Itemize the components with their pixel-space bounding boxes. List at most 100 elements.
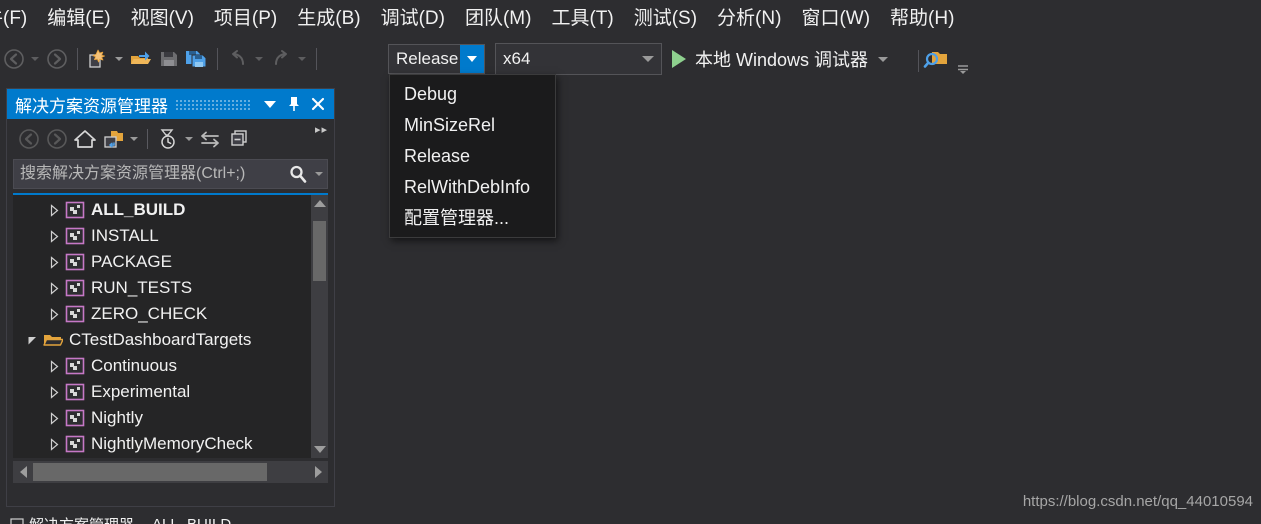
menu-item-team[interactable]: 团队(M) [455, 3, 541, 35]
tree-item-run-tests[interactable]: RUN_TESTS [13, 275, 306, 301]
open-file-icon[interactable] [128, 44, 154, 74]
sync-with-active-document-icon[interactable] [196, 125, 224, 153]
solution-configuration-dropdown-menu: Debug MinSizeRel Release RelWithDebInfo … [389, 74, 556, 238]
redo-caret-icon[interactable] [295, 44, 308, 74]
menu-item-edit[interactable]: 编辑(E) [37, 3, 120, 35]
solution-platform-value: x64 [503, 49, 531, 68]
navigate-forward-icon[interactable] [44, 44, 70, 74]
tree-item-package[interactable]: PACKAGE [13, 249, 306, 275]
start-debugging-button[interactable]: 本地 Windows 调试器 [672, 44, 889, 74]
tree-horizontal-scrollbar[interactable] [13, 461, 328, 483]
expand-chevron-icon[interactable] [43, 275, 65, 301]
pin-icon[interactable] [282, 91, 306, 117]
expand-chevron-icon[interactable] [43, 379, 65, 405]
navigate-back-caret-icon[interactable] [28, 44, 41, 74]
chevron-down-icon[interactable] [635, 44, 661, 74]
new-project-icon[interactable] [85, 44, 111, 74]
chevron-down-icon[interactable] [460, 45, 484, 73]
toolbar-separator [147, 129, 148, 149]
home-icon[interactable] [71, 125, 99, 153]
tab-label: 解决方案管理器 [29, 514, 134, 524]
redo-icon[interactable] [268, 44, 294, 74]
drag-grip[interactable] [176, 98, 250, 110]
navigate-back-icon[interactable] [1, 44, 27, 74]
find-in-files-icon[interactable] [923, 44, 951, 74]
scroll-left-icon[interactable] [13, 461, 33, 483]
menu-item-help[interactable]: 帮助(H) [880, 3, 964, 35]
menu-item-file[interactable]: 牛(F) [0, 3, 37, 35]
horizontal-scroll-thumb[interactable] [33, 463, 267, 481]
dropdown-item-relwithdebinfo[interactable]: RelWithDebInfo [390, 172, 555, 203]
tree-item-nightly[interactable]: Nightly [13, 405, 306, 431]
menu-item-analyze[interactable]: 分析(N) [707, 3, 791, 35]
overflow-chevron-icon[interactable]: ▸▸ [315, 123, 328, 136]
expand-chevron-icon[interactable] [43, 249, 65, 275]
toolbar-separator [918, 50, 919, 72]
save-icon[interactable] [156, 44, 182, 74]
tree-item-nightly-memory-check[interactable]: NightlyMemoryCheck [13, 431, 306, 457]
tree-item-all-build[interactable]: ALL_BUILD [13, 197, 306, 223]
tab-all-build-properties[interactable]: ALL_BUILD [152, 516, 231, 524]
collapse-all-icon[interactable] [224, 125, 252, 153]
close-icon[interactable] [306, 91, 330, 117]
solution-platform-combobox[interactable]: x64 [495, 43, 662, 75]
menu-item-view[interactable]: 视图(V) [121, 3, 204, 35]
save-all-icon[interactable] [184, 44, 210, 74]
tab-solution-explorer[interactable]: 解决方案管理器 [10, 514, 134, 524]
tree-item-label: ALL_BUILD [91, 200, 186, 219]
cpp-project-icon [65, 383, 85, 401]
expand-chevron-icon[interactable] [43, 223, 65, 249]
expand-chevron-icon[interactable] [43, 301, 65, 327]
menu-item-debug[interactable]: 调试(D) [371, 3, 455, 35]
menu-item-test[interactable]: 测试(S) [624, 3, 707, 35]
search-input[interactable] [14, 164, 285, 184]
dropdown-item-release[interactable]: Release [390, 141, 555, 172]
menu-item-project[interactable]: 项目(P) [204, 3, 287, 35]
tab-label: ALL_BUILD [152, 515, 232, 524]
solution-explorer-title-bar[interactable]: 解决方案资源管理器 [7, 89, 334, 119]
scroll-up-icon[interactable] [311, 195, 328, 212]
dropdown-item-minsizerel[interactable]: MinSizeRel [390, 110, 555, 141]
solution-configuration-value: Release [396, 49, 459, 68]
collapse-chevron-icon[interactable] [21, 327, 43, 353]
back-icon[interactable] [15, 125, 43, 153]
expand-chevron-icon[interactable] [43, 353, 65, 379]
tree-vertical-scrollbar[interactable] [311, 195, 328, 458]
dropdown-item-configuration-manager[interactable]: 配置管理器... [390, 203, 555, 234]
forward-icon[interactable] [43, 125, 71, 153]
new-project-caret-icon[interactable] [112, 44, 125, 74]
expand-chevron-icon[interactable] [43, 197, 65, 223]
cpp-project-icon [65, 253, 85, 271]
horizontal-scroll-track[interactable] [33, 461, 308, 483]
show-all-files-caret-icon[interactable] [127, 125, 141, 153]
pending-changes-filter-icon[interactable] [154, 125, 182, 153]
tree-item-continuous[interactable]: Continuous [13, 353, 306, 379]
menu-item-build[interactable]: 生成(B) [287, 3, 370, 35]
show-all-files-icon[interactable] [99, 125, 127, 153]
scroll-down-icon[interactable] [311, 441, 328, 458]
dropdown-item-debug[interactable]: Debug [390, 79, 555, 110]
menu-item-tools[interactable]: 工具(T) [541, 3, 623, 35]
vertical-scroll-thumb[interactable] [313, 221, 326, 281]
cpp-project-icon [65, 409, 85, 427]
scroll-right-icon[interactable] [308, 461, 328, 483]
search-icon[interactable] [285, 164, 311, 184]
toolbar-overflow-icon[interactable] [955, 62, 971, 80]
undo-icon[interactable] [225, 44, 251, 74]
chevron-down-icon[interactable] [258, 91, 282, 117]
tree-item-install[interactable]: INSTALL [13, 223, 306, 249]
chevron-down-icon[interactable] [878, 56, 889, 62]
expand-chevron-icon[interactable] [43, 405, 65, 431]
cpp-project-icon [65, 279, 85, 297]
tree-item-label: Continuous [91, 356, 178, 375]
tree-item-zero-check[interactable]: ZERO_CHECK [13, 301, 306, 327]
undo-caret-icon[interactable] [252, 44, 265, 74]
pending-changes-caret-icon[interactable] [182, 125, 196, 153]
expand-chevron-icon[interactable] [43, 431, 65, 457]
solution-configuration-combobox[interactable]: Release [388, 44, 485, 74]
chevron-down-icon[interactable] [311, 161, 327, 187]
tree-item-experimental[interactable]: Experimental [13, 379, 306, 405]
search-box[interactable] [13, 159, 328, 189]
menu-item-window[interactable]: 窗口(W) [791, 3, 880, 35]
tree-item-ctest-dashboard-targets[interactable]: CTestDashboardTargets [13, 327, 306, 353]
